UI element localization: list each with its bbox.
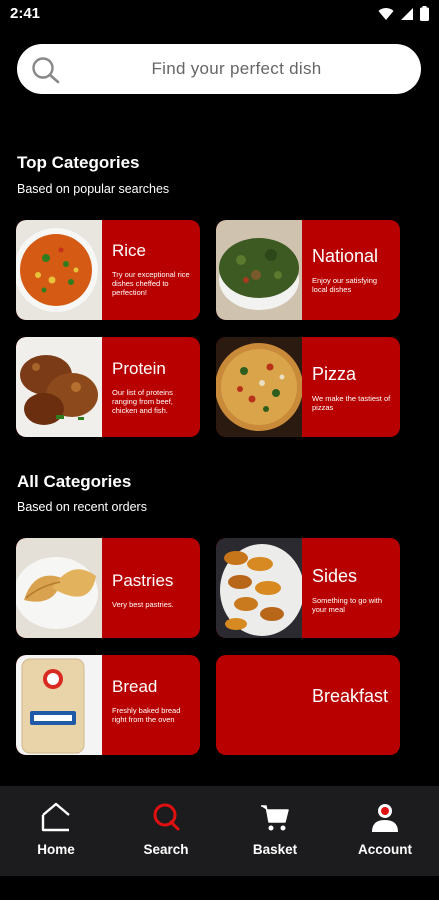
category-title: Protein	[112, 359, 166, 378]
category-title: Bread	[112, 677, 158, 696]
category-card-pastries[interactable]: Pastries Very best pastries.	[16, 538, 200, 638]
category-description: Freshly baked bread right from the oven	[112, 706, 181, 724]
category-title: Breakfast	[312, 686, 389, 706]
category-title: Pastries	[112, 571, 174, 590]
category-description: Our list of proteins ranging from beef, …	[112, 388, 173, 415]
bread-loaf-image	[16, 655, 102, 755]
pizza-image	[216, 337, 302, 437]
search-bar[interactable]: Find your perfect dish	[17, 44, 421, 94]
category-card-rice[interactable]: Rice Try our exceptional rice dishes che…	[16, 220, 200, 320]
account-icon	[372, 804, 398, 832]
bottom-navigation: Home Search Basket Account	[0, 786, 439, 876]
search-icon	[153, 803, 180, 831]
home-icon	[41, 802, 70, 832]
category-title: Pizza	[312, 364, 357, 384]
status-icons	[378, 6, 429, 21]
category-card-sides[interactable]: Sides Something to go with your meal	[216, 538, 400, 638]
category-title: Rice	[112, 241, 147, 260]
all-categories-subtitle: Based on recent orders	[17, 500, 147, 514]
nav-label: Search	[143, 842, 189, 857]
category-card-breakfast[interactable]: Breakfast	[216, 655, 400, 755]
nav-basket[interactable]: Basket	[225, 786, 325, 876]
gesture-bar	[0, 876, 439, 900]
nav-home[interactable]: Home	[6, 786, 106, 876]
nav-label: Account	[358, 842, 412, 857]
battery-icon	[420, 6, 429, 21]
status-time: 2:41	[10, 5, 41, 22]
search-input[interactable]: Find your perfect dish	[17, 59, 421, 79]
nav-label: Home	[37, 842, 75, 857]
nav-label: Basket	[252, 842, 298, 857]
wifi-icon	[378, 7, 394, 20]
vegetable-soup-image	[216, 220, 302, 320]
category-description: Enjoy our satisfying local dishes	[312, 276, 378, 294]
status-bar: 2:41	[0, 0, 439, 28]
category-title: Sides	[312, 566, 358, 586]
category-description: We make the tastiest of pizzas	[312, 394, 391, 412]
top-categories-title: Top Categories	[17, 153, 140, 172]
category-description: Try our exceptional rice dishes cheffed …	[112, 270, 190, 297]
cart-icon	[261, 805, 289, 831]
category-description: Very best pastries.	[112, 600, 174, 609]
signal-icon	[401, 7, 413, 20]
nav-search[interactable]: Search	[116, 786, 216, 876]
all-categories-title: All Categories	[17, 472, 132, 491]
category-card-bread[interactable]: Bread Freshly baked bread right from the…	[16, 655, 200, 755]
rice-dish-image	[16, 220, 102, 320]
fried-plantain-image	[216, 538, 302, 638]
top-categories-subtitle: Based on popular searches	[17, 182, 170, 196]
category-description: Something to go with your meal	[312, 596, 383, 614]
category-card-national[interactable]: National Enjoy our satisfying local dish…	[216, 220, 400, 320]
category-card-protein[interactable]: Protein Our list of proteins ranging fro…	[16, 337, 200, 437]
category-title: National	[312, 246, 379, 266]
nav-account[interactable]: Account	[335, 786, 435, 876]
meat-pies-image	[16, 538, 102, 638]
category-card-pizza[interactable]: Pizza We make the tastiest of pizzas	[216, 337, 400, 437]
chicken-image	[16, 337, 102, 437]
